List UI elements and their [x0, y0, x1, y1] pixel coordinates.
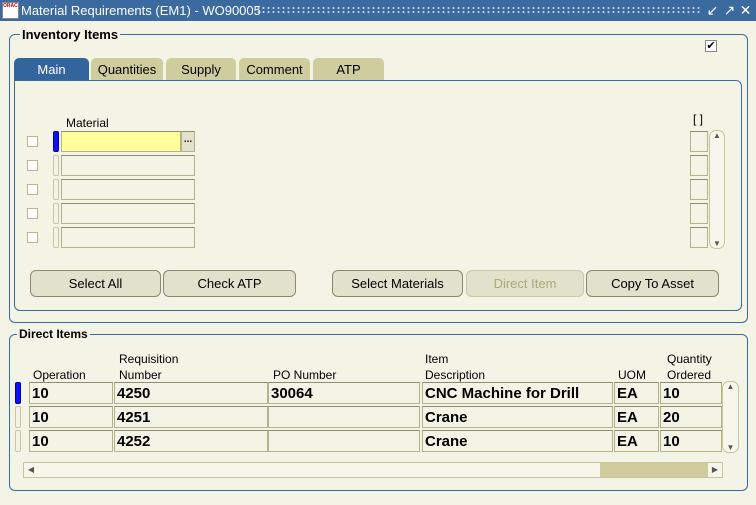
requisition-cell[interactable]: 4251	[114, 406, 268, 428]
uom-cell[interactable]: EA	[614, 382, 659, 404]
bracket-header: [ ]	[693, 112, 704, 126]
row-select-checkbox[interactable]	[27, 232, 38, 243]
po-cell[interactable]	[268, 430, 420, 452]
direct-vertical-scrollbar[interactable]: ▲ ▼	[722, 381, 739, 453]
operation-cell[interactable]: 10	[29, 382, 113, 404]
material-field[interactable]	[61, 155, 195, 176]
scroll-down-icon[interactable]: ▼	[723, 443, 738, 452]
select-materials-button[interactable]: Select Materials	[332, 270, 463, 297]
row-flag-field[interactable]	[690, 179, 708, 200]
row-indicator[interactable]	[15, 382, 21, 404]
inventory-items-title: Inventory Items	[20, 27, 121, 42]
uom-header: UOM	[618, 368, 646, 382]
description-cell[interactable]: Crane	[422, 406, 613, 428]
row-select-checkbox[interactable]	[27, 136, 38, 147]
quantity-header-line2: Ordered	[667, 368, 712, 382]
row-indicator[interactable]	[53, 203, 59, 224]
row-flag-field[interactable]	[690, 203, 708, 224]
tab-quantities[interactable]: Quantities	[91, 58, 163, 81]
operation-header: Operation	[33, 368, 86, 382]
close-icon[interactable]: ✕	[738, 2, 753, 18]
row-indicator[interactable]	[15, 406, 21, 428]
list-of-values-button[interactable]: ...	[181, 131, 195, 152]
oracle-logo: ORACLE	[2, 2, 19, 19]
row-indicator[interactable]	[53, 227, 59, 248]
scroll-thumb[interactable]	[600, 463, 708, 477]
material-header: Material	[66, 116, 109, 130]
select-all-button[interactable]: Select All	[30, 270, 161, 297]
row-flag-field[interactable]	[690, 227, 708, 248]
window-title: Material Requirements (EM1) - WO90005	[21, 3, 261, 18]
row-select-checkbox[interactable]	[27, 208, 38, 219]
scroll-right-icon[interactable]: ▶	[710, 465, 720, 474]
quantity-cell[interactable]: 10	[660, 430, 722, 452]
description-header-line1: Item	[425, 352, 449, 366]
row-indicator[interactable]	[53, 131, 59, 152]
material-field[interactable]	[61, 131, 181, 152]
requisition-cell[interactable]: 4250	[114, 382, 268, 404]
description-header-line2: Description	[425, 368, 486, 382]
uom-cell[interactable]: EA	[614, 430, 659, 452]
po-cell[interactable]: 30064	[268, 382, 420, 404]
horizontal-scrollbar[interactable]: ◀ ▶	[23, 462, 723, 478]
scroll-up-icon[interactable]: ▲	[710, 131, 724, 140]
direct-item-button[interactable]: Direct Item	[466, 270, 584, 297]
po-cell[interactable]	[268, 406, 420, 428]
requisition-cell[interactable]: 4252	[114, 430, 268, 452]
requisition-header-line1: Requisition	[119, 352, 179, 366]
row-select-checkbox[interactable]	[27, 184, 38, 195]
quantity-header-line1: Quantity	[667, 352, 712, 366]
row-select-checkbox[interactable]	[27, 160, 38, 171]
row-indicator[interactable]	[15, 430, 21, 452]
row-indicator[interactable]	[53, 179, 59, 200]
material-field[interactable]	[61, 203, 195, 224]
row-flag-field[interactable]	[690, 131, 708, 152]
tab-comment[interactable]: Comment	[239, 58, 310, 81]
requisition-header-line2: Number	[119, 368, 162, 382]
material-field[interactable]	[61, 179, 195, 200]
tab-main[interactable]: Main	[14, 58, 89, 81]
operation-cell[interactable]: 10	[29, 430, 113, 452]
header-checkbox[interactable]: ✔	[705, 40, 717, 52]
po-number-header: PO Number	[273, 368, 337, 382]
direct-items-title: Direct Items	[17, 327, 90, 341]
maximize-icon[interactable]: ↗	[722, 2, 737, 18]
operation-cell[interactable]: 10	[29, 406, 113, 428]
title-bar: ORACLE Material Requirements (EM1) - WO9…	[0, 0, 756, 21]
row-flag-field[interactable]	[690, 155, 708, 176]
description-cell[interactable]: Crane	[422, 430, 613, 452]
uom-cell[interactable]: EA	[614, 406, 659, 428]
inventory-vertical-scrollbar[interactable]: ▲ ▼	[709, 130, 725, 249]
description-cell[interactable]: CNC Machine for Drill	[422, 382, 613, 404]
scroll-up-icon[interactable]: ▲	[723, 382, 738, 391]
check-atp-button[interactable]: Check ATP	[163, 270, 296, 297]
scroll-down-icon[interactable]: ▼	[710, 239, 724, 248]
title-bar-grip	[256, 6, 701, 15]
scroll-left-icon[interactable]: ◀	[26, 465, 36, 474]
tab-atp[interactable]: ATP	[313, 58, 384, 81]
copy-to-asset-button[interactable]: Copy To Asset	[586, 270, 719, 297]
tab-supply[interactable]: Supply	[166, 58, 236, 81]
row-indicator[interactable]	[53, 155, 59, 176]
quantity-cell[interactable]: 10	[660, 382, 722, 404]
quantity-cell[interactable]: 20	[660, 406, 722, 428]
material-field[interactable]	[61, 227, 195, 248]
minimize-icon[interactable]: ↙	[705, 2, 720, 18]
